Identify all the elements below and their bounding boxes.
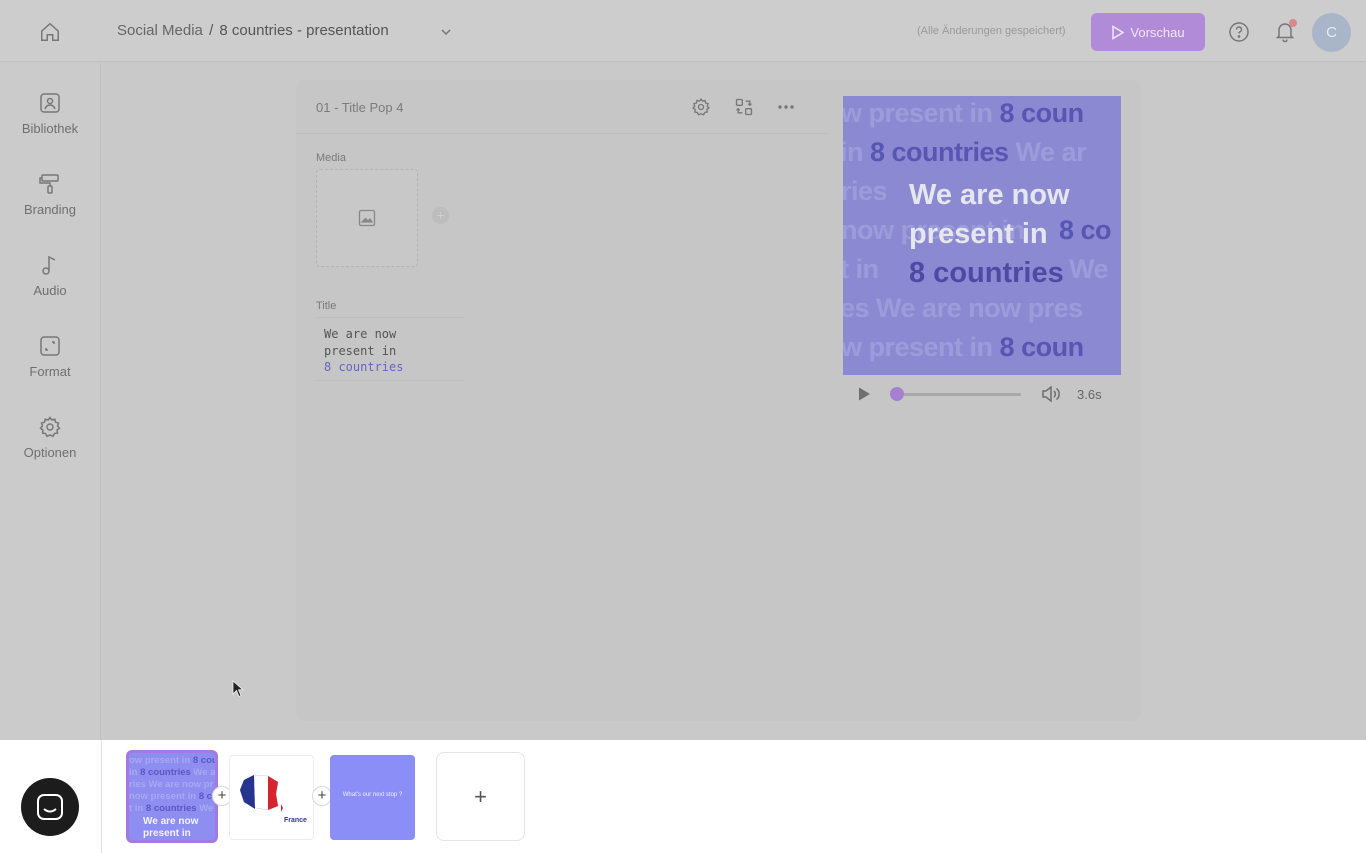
thumb-bg-row: ow present in 8 cou: [129, 755, 218, 766]
preview-bg-row: w present in 8 coun: [843, 98, 1084, 128]
preview-bg-row: ries: [843, 176, 888, 206]
insert-scene-button[interactable]: +: [312, 786, 332, 806]
breadcrumb-separator: /: [209, 22, 214, 39]
more-options-button[interactable]: [774, 95, 798, 119]
preview-headline-highlight: 8 countries: [909, 257, 1064, 289]
play-button[interactable]: [857, 386, 873, 402]
scene-settings-button[interactable]: [689, 95, 713, 119]
volume-button[interactable]: [1041, 385, 1061, 403]
music-note-icon: [42, 255, 56, 275]
preview-headline: We are now present in 8 countries: [909, 176, 1121, 293]
progress-handle[interactable]: [890, 387, 904, 401]
scene-thumbnail-caption: What's our next stop ?: [342, 792, 403, 798]
thumb-bg-row: t in 8 countries We: [129, 803, 214, 814]
volume-icon: [1042, 385, 1060, 403]
play-icon: [1112, 24, 1125, 40]
scene-thumbnail-caption: We are now present in: [143, 816, 199, 839]
sidebar: Bibliothek Branding Audio Format Optione…: [0, 63, 101, 740]
image-placeholder-icon: [358, 209, 376, 227]
preview-button[interactable]: Vorschau: [1091, 13, 1205, 51]
mouse-cursor-icon: [232, 680, 244, 698]
help-button[interactable]: [1227, 20, 1251, 44]
sidebar-item-label: Format: [29, 364, 71, 379]
sidebar-item-audio[interactable]: Audio: [0, 249, 100, 309]
scene-timeline: ow present in 8 cou in 8 countries We ar…: [0, 740, 1366, 853]
preview-headline-line: We are now: [909, 179, 1070, 211]
preview-headline-line: present in: [909, 218, 1048, 250]
title-text-input[interactable]: We are now present in 8 countries: [316, 317, 464, 381]
preview-bg-row: t in: [843, 254, 879, 284]
user-avatar[interactable]: C: [1312, 13, 1351, 52]
save-status: (Alle Änderungen gespeichert): [917, 25, 1066, 37]
title-line-highlight: 8 countries: [324, 360, 404, 374]
media-upload-slot[interactable]: [316, 169, 418, 267]
sidebar-item-optionen[interactable]: Optionen: [0, 411, 100, 471]
notification-badge: [1289, 19, 1297, 27]
play-icon: [859, 387, 870, 401]
sidebar-item-label: Audio: [33, 283, 67, 298]
player-controls: 3.6s: [843, 375, 1121, 413]
gear-icon: [39, 416, 61, 438]
thumb-bg-row: ries We are now pr: [129, 779, 214, 790]
breadcrumb: Social Media / 8 countries - presentatio…: [117, 22, 389, 39]
scene-thumbnail-2[interactable]: France: [229, 755, 314, 840]
sidebar-item-bibliothek[interactable]: Bibliothek: [0, 87, 100, 147]
sidebar-item-label: Bibliothek: [21, 121, 79, 136]
scene-thumbnail-3[interactable]: What's our next stop ?: [330, 755, 415, 840]
title-label: Title: [316, 300, 337, 312]
add-scene-button[interactable]: +: [436, 752, 525, 841]
resize-icon: [40, 336, 60, 356]
sidebar-item-format[interactable]: Format: [0, 330, 100, 390]
paint-roller-icon: [39, 174, 59, 194]
top-bar: Social Media / 8 countries - presentatio…: [0, 0, 1366, 62]
breadcrumb-project[interactable]: 8 countries - presentation: [219, 22, 388, 39]
swap-template-button[interactable]: [732, 95, 756, 119]
title-line: We are now: [324, 327, 397, 341]
chat-icon: [37, 794, 63, 820]
chevron-down-icon: [441, 29, 451, 36]
preview-bg-row: es We are now pres: [843, 293, 1083, 323]
swap-layout-icon: [735, 98, 753, 116]
preview-button-label: Vorschau: [1130, 24, 1185, 40]
scene-title: 01 - Title Pop 4: [316, 100, 404, 115]
thumb-bg-row: in 8 countries We ar: [129, 767, 218, 778]
chat-support-button[interactable]: [21, 778, 79, 836]
help-icon: [1229, 22, 1249, 42]
video-preview[interactable]: w present in 8 coun in 8 countries We ar…: [843, 96, 1121, 375]
scene-thumbnail-1[interactable]: ow present in 8 cou in 8 countries We ar…: [126, 750, 218, 843]
scene-thumbnail-caption: France: [284, 817, 307, 824]
title-line: present in: [324, 343, 397, 358]
thumb-bg-row: now present in 8 co: [129, 791, 218, 802]
more-dots-icon: [778, 105, 794, 109]
breadcrumb-parent[interactable]: Social Media: [117, 22, 203, 39]
progress-track[interactable]: [897, 393, 1021, 396]
sidebar-item-label: Branding: [23, 202, 77, 217]
preview-bg-row: in 8 countries We ar: [843, 137, 1087, 167]
france-flag-map-icon: [239, 774, 283, 812]
add-media-button[interactable]: +: [432, 207, 449, 224]
gear-icon: [692, 97, 710, 116]
home-button[interactable]: [30, 14, 70, 50]
duration-label: 3.6s: [1077, 387, 1102, 402]
scene-header: 01 - Title Pop 4: [296, 80, 829, 134]
sidebar-item-label: Optionen: [23, 445, 77, 460]
preview-bg-row: w present in 8 coun: [843, 332, 1084, 362]
timeline-divider: [101, 740, 102, 853]
sidebar-item-branding[interactable]: Branding: [0, 168, 100, 228]
project-dropdown-button[interactable]: [436, 22, 456, 42]
media-label: Media: [316, 152, 346, 164]
library-image-icon: [40, 93, 60, 113]
home-icon: [41, 22, 59, 41]
